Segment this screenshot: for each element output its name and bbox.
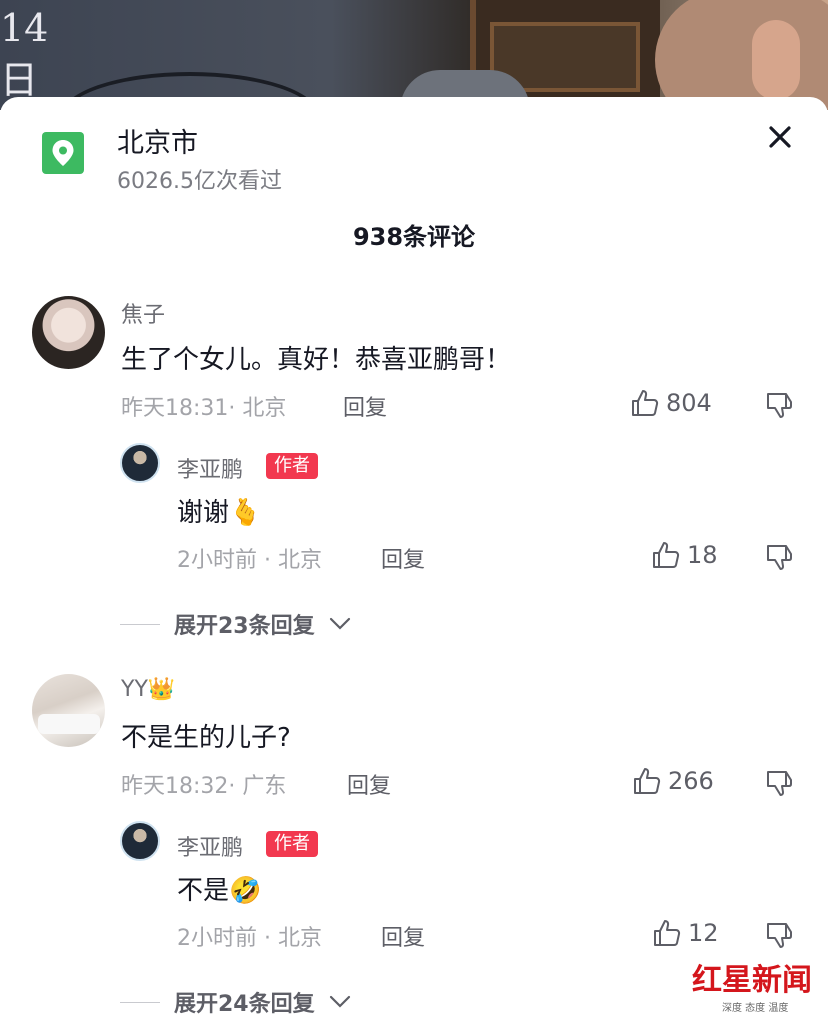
heart-hands-emoji: 🫰	[229, 498, 262, 528]
like-button[interactable]: 18	[651, 540, 718, 570]
reply-username[interactable]: 李亚鹏	[177, 830, 243, 862]
close-icon[interactable]	[762, 119, 798, 155]
avatar[interactable]	[120, 821, 160, 861]
divider	[120, 1001, 160, 1003]
avatar[interactable]	[32, 674, 105, 747]
like-count: 266	[668, 767, 714, 795]
expand-replies-label: 展开23条回复	[174, 614, 315, 639]
map-pin-icon[interactable]	[42, 132, 84, 174]
reply-text: 谢谢🫰	[177, 498, 262, 528]
comment-username[interactable]: 焦子	[121, 297, 165, 329]
expand-replies-label: 展开24条回复	[174, 992, 315, 1017]
thumbs-up-icon	[632, 390, 659, 416]
thumbs-up-icon	[654, 920, 681, 946]
divider	[120, 623, 160, 625]
reply-button[interactable]: 回复	[381, 920, 425, 952]
watermark-slogan: 深度 态度 温度	[722, 1003, 789, 1014]
watermark-title: 红星新闻	[692, 963, 812, 998]
author-badge: 作者	[266, 831, 318, 857]
reply-text: 不是🤣	[177, 876, 262, 906]
reply-username[interactable]: 李亚鹏	[177, 452, 243, 484]
laughing-emoji: 🤣	[229, 876, 262, 906]
comment-count: 938条评论	[352, 223, 476, 251]
video-background: 14 日	[0, 0, 828, 110]
comment-sheet: 北京市 6026.5亿次看过 938条评论 焦子 生了个女儿。真好！恭喜亚鹏哥！…	[0, 97, 828, 1023]
comment-meta: 昨天18:31· 北京	[121, 396, 287, 421]
thumbs-down-icon[interactable]	[765, 390, 795, 424]
thumbs-up-icon	[653, 542, 680, 568]
like-count: 18	[687, 541, 718, 569]
thumbs-down-icon[interactable]	[765, 542, 795, 576]
like-button[interactable]: 266	[632, 766, 714, 796]
location-views: 6026.5亿次看过	[117, 169, 282, 194]
reply-button[interactable]: 回复	[343, 390, 387, 422]
comment-text: 不是生的儿子?	[121, 723, 291, 753]
author-badge: 作者	[266, 453, 318, 479]
like-button[interactable]: 12	[652, 918, 719, 948]
person-ear	[752, 20, 800, 100]
avatar[interactable]	[32, 296, 105, 369]
expand-replies-button[interactable]: 展开23条回复	[120, 608, 351, 640]
reply-meta: 2小时前 · 北京	[177, 548, 322, 573]
thumbs-down-icon[interactable]	[765, 920, 795, 954]
avatar[interactable]	[120, 443, 160, 483]
comment-text: 生了个女儿。真好！恭喜亚鹏哥！	[121, 345, 512, 375]
reply-button[interactable]: 回复	[347, 768, 391, 800]
like-count: 12	[688, 919, 719, 947]
location-title[interactable]: 北京市	[117, 121, 198, 160]
reply-meta: 2小时前 · 北京	[177, 926, 322, 951]
video-date-text: 14 日	[0, 6, 49, 102]
reply-button[interactable]: 回复	[381, 542, 425, 574]
chevron-down-icon	[329, 995, 350, 1008]
chevron-down-icon	[329, 617, 350, 630]
person-head	[655, 0, 828, 110]
thumbs-up-icon	[634, 768, 661, 794]
crown-emoji: 👑	[147, 677, 176, 702]
like-button[interactable]: 804	[630, 388, 712, 418]
watermark-logo: 红星新闻 深度 态度 温度	[692, 955, 822, 1017]
comment-username[interactable]: YY👑	[121, 677, 175, 702]
expand-replies-button[interactable]: 展开24条回复	[120, 986, 351, 1018]
thumbs-down-icon[interactable]	[765, 768, 795, 802]
comment-meta: 昨天18:32· 广东	[121, 774, 287, 799]
like-count: 804	[666, 389, 712, 417]
